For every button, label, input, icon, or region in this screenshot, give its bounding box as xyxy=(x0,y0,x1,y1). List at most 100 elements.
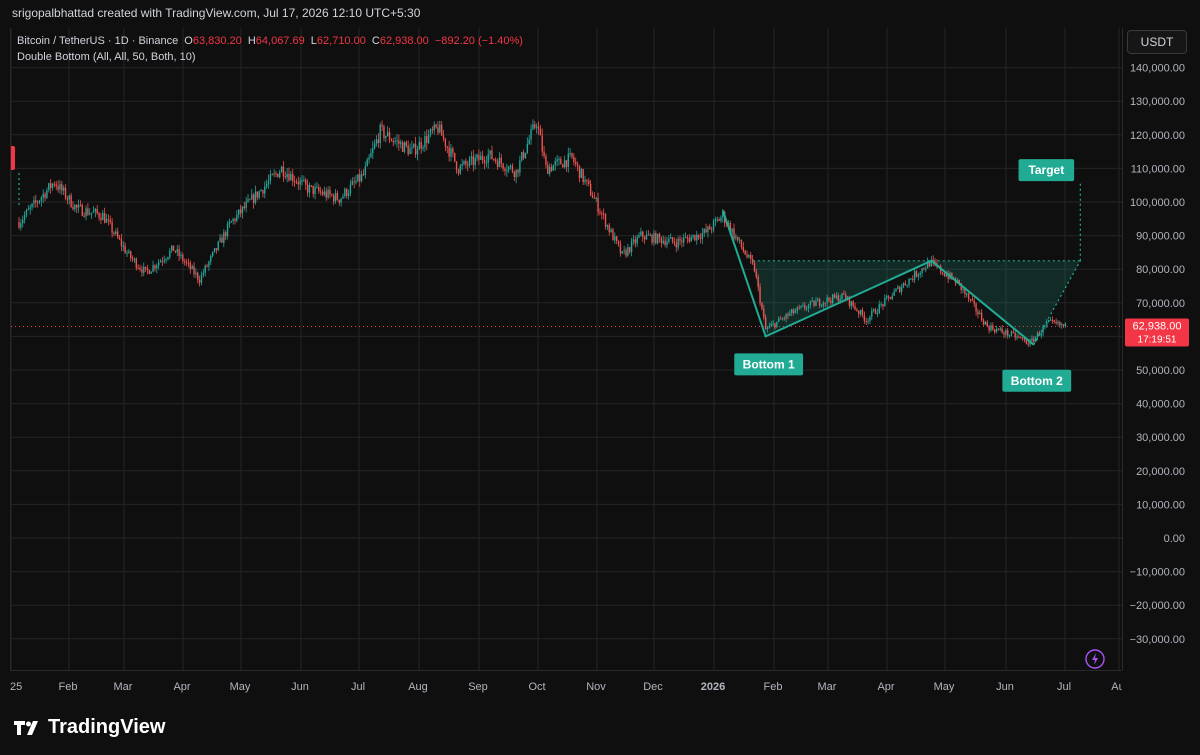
last-price-value: 62,938.00 xyxy=(1133,321,1182,333)
chart-area[interactable]: Bottom 1 Bottom 2 Target xyxy=(5,28,1123,670)
candle-body xyxy=(921,268,923,274)
candle-body xyxy=(94,208,97,212)
candle-body xyxy=(757,277,759,287)
candle-body xyxy=(915,271,918,277)
x-tick-label: Nov xyxy=(586,681,606,693)
candle-body xyxy=(885,296,888,298)
candle-body xyxy=(135,258,138,268)
candle-body xyxy=(500,157,502,164)
candle-body xyxy=(226,223,229,237)
candle-body xyxy=(826,297,828,303)
candle-body xyxy=(616,236,618,241)
candle-body xyxy=(81,204,84,216)
candle-body xyxy=(411,147,413,149)
candle-body xyxy=(346,189,348,196)
chart-svg[interactable]: Bottom 1 Bottom 2 Target xyxy=(5,28,1123,670)
candle-body xyxy=(211,252,214,256)
candle-body xyxy=(124,245,126,254)
candle-body xyxy=(524,152,527,158)
candle-body xyxy=(1061,324,1063,326)
candle-body xyxy=(228,222,231,224)
candle-body xyxy=(305,179,307,185)
legend-change: −892.20 (−1.40%) xyxy=(434,35,523,47)
candle-body xyxy=(120,239,123,247)
candle-body xyxy=(526,144,529,153)
candle-body xyxy=(459,165,461,174)
candle-body xyxy=(748,255,750,258)
candle-body xyxy=(865,320,867,322)
candle-body xyxy=(347,193,350,196)
candle-body xyxy=(824,302,826,304)
candle-body xyxy=(407,145,409,155)
candle-body xyxy=(157,262,160,266)
candle-body xyxy=(517,169,519,173)
candle-body xyxy=(224,232,227,237)
candle-body xyxy=(53,183,56,185)
candle-body xyxy=(830,300,832,303)
lightning-icon-bolt xyxy=(1092,653,1098,665)
candle-body xyxy=(454,152,456,162)
candle-body xyxy=(971,299,974,301)
candle-body xyxy=(195,272,197,275)
candle-body xyxy=(493,159,495,161)
candle-body xyxy=(871,310,873,317)
candle-body xyxy=(429,129,432,135)
candle-body xyxy=(975,303,977,312)
currency-unit-button[interactable]: USDT xyxy=(1127,30,1187,54)
y-tick-label: 30,000.00 xyxy=(1136,432,1185,444)
candle-body xyxy=(990,325,992,331)
y-tick-label: 120,000.00 xyxy=(1130,130,1185,142)
candle-body xyxy=(697,234,700,238)
y-tick-label: 80,000.00 xyxy=(1136,264,1185,276)
candle-body xyxy=(377,139,380,144)
candle-body xyxy=(450,148,452,157)
candle-body xyxy=(414,143,417,155)
candle-body xyxy=(534,124,536,128)
legend-low: 62,710.00 xyxy=(316,35,366,47)
candle-body xyxy=(822,302,825,306)
candle-body xyxy=(463,161,465,164)
target-label: Target xyxy=(1028,163,1064,177)
tradingview-logo[interactable]: TradingView xyxy=(12,716,165,739)
candle-body xyxy=(191,266,193,270)
y-tick-label: 10,000.00 xyxy=(1136,499,1185,511)
candle-body xyxy=(61,184,63,191)
candle-body xyxy=(580,169,583,178)
candle-body xyxy=(368,157,370,160)
candle-body xyxy=(295,181,298,183)
time-axis[interactable]: 25 Feb Mar Apr May Jun Jul Aug Sep Oct Nov Dec 2026 F… xyxy=(10,670,1125,699)
candle-body xyxy=(569,153,571,155)
candle-body xyxy=(645,234,648,240)
candle-body xyxy=(102,213,104,221)
candle-body xyxy=(679,238,681,241)
candle-body xyxy=(204,265,206,274)
candle-body xyxy=(554,161,556,166)
x-tick-label: Jul xyxy=(351,681,365,693)
candle-body xyxy=(48,183,50,191)
candle-body xyxy=(1014,332,1016,338)
candle-body xyxy=(269,174,272,181)
candle-body xyxy=(852,301,854,307)
candle-body xyxy=(159,261,162,263)
candle-body xyxy=(837,295,839,302)
candle-body xyxy=(649,234,651,236)
candle-body xyxy=(979,312,981,315)
candle-body xyxy=(44,193,46,198)
legend-row-ohlc: Bitcoin / TetherUS · 1D · Binance O63,83… xyxy=(17,33,523,49)
candle-body xyxy=(1036,332,1039,338)
candle-body xyxy=(576,163,579,166)
candle-body xyxy=(360,174,363,182)
x-tick-label: Mar xyxy=(818,681,837,693)
x-tick-label: Jun xyxy=(996,681,1014,693)
candle-body xyxy=(558,158,560,160)
candle-body xyxy=(189,262,192,270)
candle-body xyxy=(910,278,912,280)
candle-body xyxy=(122,245,124,247)
candle-body xyxy=(753,262,756,272)
candle-body xyxy=(589,184,592,196)
candle-body xyxy=(386,132,389,136)
candle-body xyxy=(653,232,655,243)
candle-body xyxy=(258,191,260,198)
candle-body xyxy=(107,219,110,221)
price-axis[interactable]: 140,000.00 130,000.00 120,000.00 110,000.00… xyxy=(1122,28,1193,670)
